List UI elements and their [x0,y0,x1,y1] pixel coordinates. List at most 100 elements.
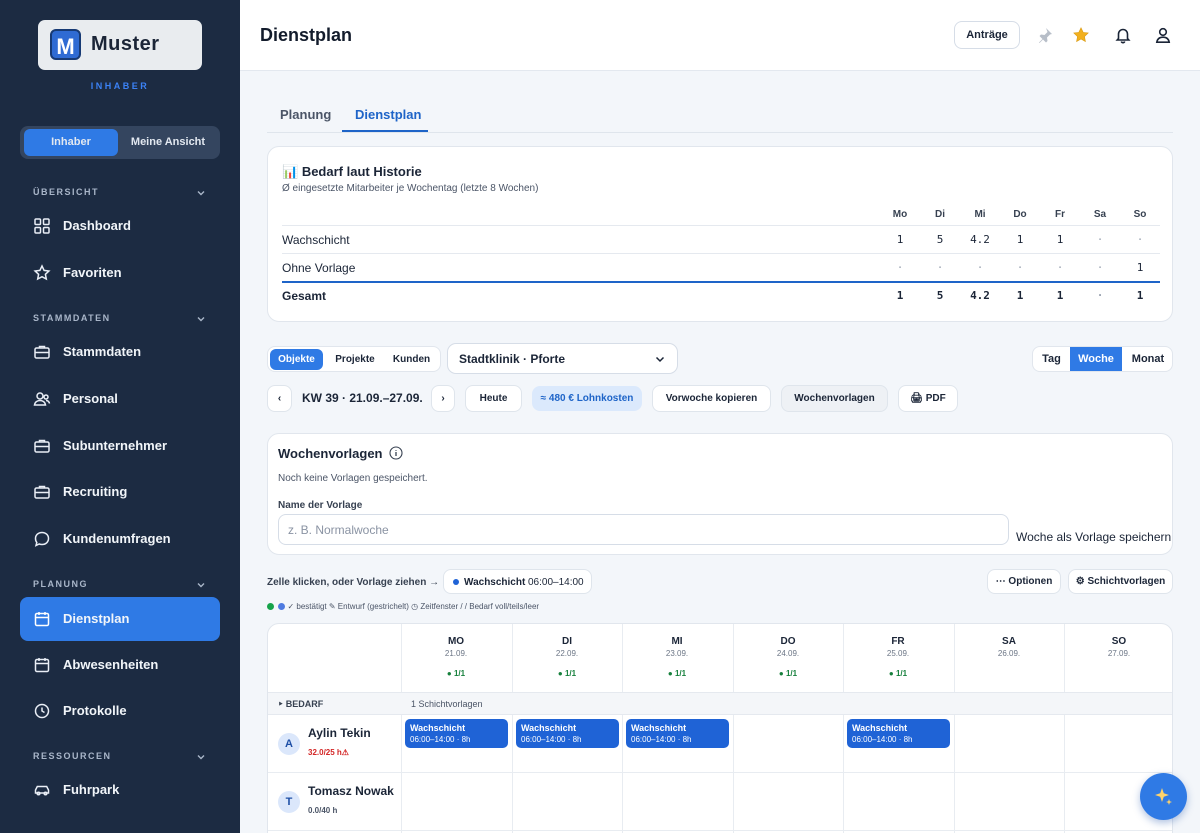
demand-day-header: Di [935,209,945,220]
sidebar-item-favoriten[interactable]: Favoriten [20,252,220,294]
chevron-down-icon[interactable] [195,313,207,325]
shift-block[interactable]: Wachschicht 06:00–14:00 · 8h [847,719,950,748]
options-button[interactable]: ⋯ Optionen [987,569,1061,594]
demand-cell: 1 [896,233,904,246]
view-toggle-mine[interactable]: Meine Ansicht [120,129,216,156]
demand-cell: · [976,261,984,274]
chevron-down-icon[interactable] [195,187,207,199]
object-select-value: Stadtklinik · Pforte [459,352,566,366]
demand-row-label: Wachschicht [282,233,350,247]
schedule-cell[interactable] [955,773,1064,830]
logo[interactable]: M Muster [38,20,202,70]
demand-cell: · [1056,261,1064,274]
shift-name: Wachschicht [521,723,577,733]
sidebar-item-abwesenheiten[interactable]: Abwesenheiten [20,644,220,686]
row-divider [268,830,1172,831]
section-planung[interactable]: PLANUNG [33,579,88,589]
prev-week-button[interactable]: ‹ [267,385,292,412]
chevron-down-icon[interactable] [195,579,207,591]
shift-templates-button[interactable]: ⚙ Schichtvorlagen [1068,569,1173,594]
ai-assistant-button[interactable] [1140,773,1187,820]
schedule-cell[interactable] [1065,715,1172,772]
demand-row-label: Ohne Vorlage [282,261,356,275]
demand-total-cell: 5 [936,289,944,302]
shift-detail: 06:00–14:00 · 8h [410,735,471,744]
view-toggle-owner[interactable]: Inhaber [24,129,118,156]
scope-kunden[interactable]: Kunden [385,349,438,370]
star-icon[interactable] [1072,26,1090,44]
template-name-label: Name der Vorlage [278,500,363,511]
sidebar-item-dienstplan[interactable]: Dienstplan [20,597,220,641]
object-select[interactable]: Stadtklinik · Pforte [447,343,678,374]
chart-icon: 📊 [282,164,299,179]
tab-planung[interactable]: Planung [280,107,331,122]
tab-dienstplan[interactable]: Dienstplan [355,107,421,122]
day-date: 21.09. [444,649,468,658]
role-label: INHABER [90,81,150,91]
sidebar-item-recruiting[interactable]: Recruiting [20,471,220,513]
demand-cell: · [1096,261,1104,274]
next-week-button[interactable]: › [431,385,455,412]
day-name: SO [1111,636,1127,647]
day-name: MO [447,636,465,647]
clock-icon [34,703,50,719]
demand-day-header: Mo [892,209,908,220]
section-ressourcen[interactable]: RESSOURCEN [33,751,112,761]
star-icon [33,264,51,281]
day-date: 24.09. [776,649,800,658]
view-toggle: Inhaber Meine Ansicht [20,126,220,159]
scope-objekte[interactable]: Objekte [270,349,323,370]
day-date: 23.09. [665,649,689,658]
active-shift-chip[interactable]: Wachschicht 06:00–14:00 [443,569,592,594]
section-uebersicht[interactable]: ÜBERSICHT [33,187,99,197]
chevron-down-icon[interactable] [195,751,207,763]
day-name: FR [891,636,905,647]
save-week-template-button[interactable]: Woche als Vorlage speichern [1016,530,1171,544]
bell-icon[interactable] [1114,26,1132,44]
labor-cost-badge: ≈ 480 € Lohnkosten [532,386,642,411]
week-templates-title-text: Wochenvorlagen [278,446,383,461]
sidebar-item-subunternehmer[interactable]: Subunternehmer [20,425,220,467]
page-title: Dienstplan [260,25,353,45]
sidebar-item-fuhrpark[interactable]: Fuhrpark [20,769,220,811]
scope-projekte[interactable]: Projekte [327,349,383,370]
week-templates-title: Wochenvorlagen [278,446,403,461]
copy-previous-week-button[interactable]: Vorwoche kopieren [652,385,771,412]
template-name-input[interactable] [278,514,1009,545]
schedule-cell[interactable] [734,773,843,830]
range-tag[interactable]: Tag [1033,347,1070,371]
user-icon[interactable] [1154,26,1172,44]
section-stammdaten[interactable]: STAMMDATEN [33,313,111,323]
info-icon[interactable] [389,446,403,460]
today-button[interactable]: Heute [465,385,522,412]
shift-block[interactable]: Wachschicht 06:00–14:00 · 8h [626,719,729,748]
shift-block[interactable]: Wachschicht 06:00–14:00 · 8h [516,719,619,748]
schedule-cell[interactable] [513,773,622,830]
pin-icon[interactable] [1036,26,1054,44]
schedule-cell[interactable] [844,773,953,830]
requests-button[interactable]: Anträge [954,21,1020,49]
sidebar-item-label: Dienstplan [63,611,130,626]
demand-row-label[interactable]: ‣ BEDARF [278,699,323,710]
employee-row[interactable]: A Aylin Tekin 32.0/25 h⚠ [268,715,401,772]
range-monat[interactable]: Monat [1122,347,1172,371]
shift-name: Wachschicht [410,723,466,733]
sidebar-item-personal[interactable]: Personal [20,378,220,420]
sidebar-item-label: Abwesenheiten [63,657,159,672]
week-templates-button[interactable]: Wochenvorlagen [781,385,888,412]
schedule-cell[interactable] [402,773,511,830]
legend-text: ✓ bestätigt ✎ Entwurf (gestrichelt) ◷ Ze… [287,602,540,611]
confirmed-dot [267,603,274,610]
demand-cell: · [936,261,944,274]
pdf-button[interactable]: 🖨 PDF [898,385,958,412]
employee-row[interactable]: T Tomasz Nowak 0.0/40 h [268,773,401,830]
schedule-cell[interactable] [955,715,1064,772]
schedule-cell[interactable] [734,715,843,772]
schedule-cell[interactable] [623,773,732,830]
sidebar-item-kundenumfragen[interactable]: Kundenumfragen [20,518,220,560]
sidebar-item-dashboard[interactable]: Dashboard [20,205,220,247]
sidebar-item-protokolle[interactable]: Protokolle [20,690,220,732]
shift-block[interactable]: Wachschicht 06:00–14:00 · 8h [405,719,508,748]
range-woche[interactable]: Woche [1070,347,1122,371]
sidebar-item-stammdaten[interactable]: Stammdaten [20,331,220,373]
